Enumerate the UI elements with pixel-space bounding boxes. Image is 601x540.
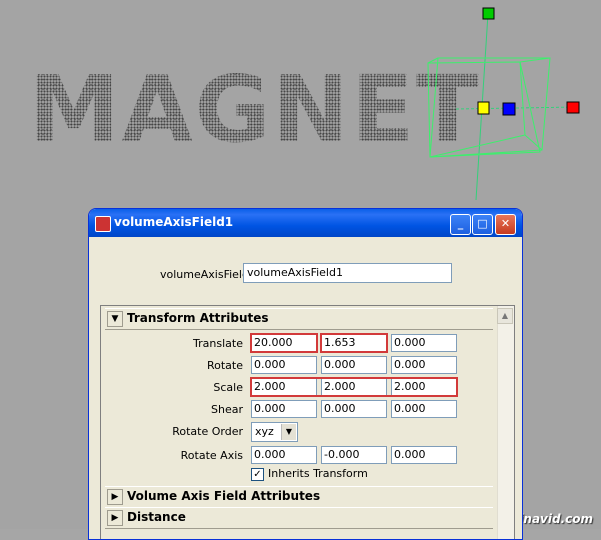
section-label: Transform Attributes bbox=[127, 311, 269, 325]
inherits-transform-checkbox[interactable]: ✓ bbox=[251, 468, 264, 481]
collapse-arrow-icon[interactable]: ▶ bbox=[107, 489, 123, 505]
translate-x-field[interactable]: 20.000 bbox=[251, 334, 317, 352]
y-axis-handle bbox=[482, 7, 495, 20]
expand-arrow-icon[interactable]: ▼ bbox=[107, 311, 123, 327]
vertical-scrollbar[interactable]: ▲ bbox=[497, 306, 514, 539]
x-axis-handle bbox=[566, 101, 580, 114]
minimize-button[interactable]: _ bbox=[450, 214, 471, 235]
attr-row-inherits-transform: ✓ Inherits Transform bbox=[101, 466, 493, 486]
shear-y-field[interactable]: 0.000 bbox=[321, 400, 387, 418]
section-volume-axis-field-attributes[interactable]: ▶ Volume Axis Field Attributes bbox=[105, 486, 493, 508]
chevron-down-icon[interactable]: ▼ bbox=[281, 424, 296, 440]
rotate-x-field[interactable]: 0.000 bbox=[251, 356, 317, 374]
section-transform-attributes[interactable]: ▼ Transform Attributes bbox=[105, 308, 493, 330]
attr-row-scale: Scale 2.000 2.000 2.000 bbox=[101, 377, 493, 398]
scroll-up-arrow[interactable]: ▲ bbox=[497, 308, 513, 324]
title-bar[interactable]: volumeAxisField1 _ □ ✕ bbox=[89, 209, 522, 237]
window-title: volumeAxisField1 bbox=[114, 215, 234, 229]
scale-y-field[interactable]: 2.000 bbox=[321, 378, 387, 396]
attr-label-rotate-axis: Rotate Axis bbox=[180, 449, 243, 462]
attr-label-rotate: Rotate bbox=[206, 359, 243, 372]
collapse-arrow-icon[interactable]: ▶ bbox=[107, 510, 123, 526]
rotate-axis-x-field[interactable]: 0.000 bbox=[251, 446, 317, 464]
inherits-transform-label: Inherits Transform bbox=[268, 467, 368, 480]
attr-label-translate: Translate bbox=[193, 337, 243, 350]
volume-axis-field-gizmo[interactable] bbox=[0, 0, 601, 210]
rotate-order-select[interactable]: xyz ▼ bbox=[251, 422, 298, 442]
attr-row-shear: Shear 0.000 0.000 0.000 bbox=[101, 400, 493, 420]
rotate-y-field[interactable]: 0.000 bbox=[321, 356, 387, 374]
center-handle-blue bbox=[502, 102, 516, 116]
node-name-input[interactable]: volumeAxisField1 bbox=[243, 263, 452, 283]
gizmo-x-axis-line bbox=[455, 106, 579, 110]
attr-label-shear: Shear bbox=[211, 403, 243, 416]
rotate-z-field[interactable]: 0.000 bbox=[391, 356, 457, 374]
window-client: volumeAxisField: volumeAxisField1 ▲ ▼ Tr… bbox=[92, 237, 519, 539]
section-label: Volume Axis Field Attributes bbox=[127, 489, 321, 503]
close-button[interactable]: ✕ bbox=[495, 214, 516, 235]
translate-y-field[interactable]: 1.653 bbox=[321, 334, 387, 352]
attr-row-rotate: Rotate 0.000 0.000 0.000 bbox=[101, 356, 493, 376]
translate-z-field[interactable]: 0.000 bbox=[391, 334, 457, 352]
attr-row-translate: Translate 20.000 1.653 0.000 bbox=[101, 333, 493, 354]
attr-row-rotate-order: Rotate Order xyz ▼ bbox=[101, 422, 493, 442]
shear-z-field[interactable]: 0.000 bbox=[391, 400, 457, 418]
attribute-editor-window: volumeAxisField1 _ □ ✕ volumeAxisField: … bbox=[88, 208, 523, 540]
node-name-label: volumeAxisField: bbox=[160, 268, 253, 281]
attr-label-scale: Scale bbox=[213, 381, 243, 394]
maximize-button[interactable]: □ bbox=[472, 214, 493, 235]
rotate-axis-y-field[interactable]: -0.000 bbox=[321, 446, 387, 464]
scale-x-field[interactable]: 2.000 bbox=[251, 378, 317, 396]
attribute-panel: ▲ ▼ Transform Attributes Translate 20.00… bbox=[100, 305, 515, 539]
rotate-order-value: xyz bbox=[255, 425, 274, 438]
section-distance[interactable]: ▶ Distance bbox=[105, 507, 493, 529]
attr-label-rotate-order: Rotate Order bbox=[172, 425, 243, 438]
attr-row-rotate-axis: Rotate Axis 0.000 -0.000 0.000 bbox=[101, 446, 493, 466]
scale-z-field[interactable]: 2.000 bbox=[391, 378, 457, 396]
node-name-row: volumeAxisField: volumeAxisField1 bbox=[92, 263, 519, 285]
shear-x-field[interactable]: 0.000 bbox=[251, 400, 317, 418]
maya-app-icon bbox=[95, 216, 111, 232]
rotate-axis-z-field[interactable]: 0.000 bbox=[391, 446, 457, 464]
section-label: Distance bbox=[127, 510, 186, 524]
center-handle-yellow bbox=[477, 101, 490, 115]
